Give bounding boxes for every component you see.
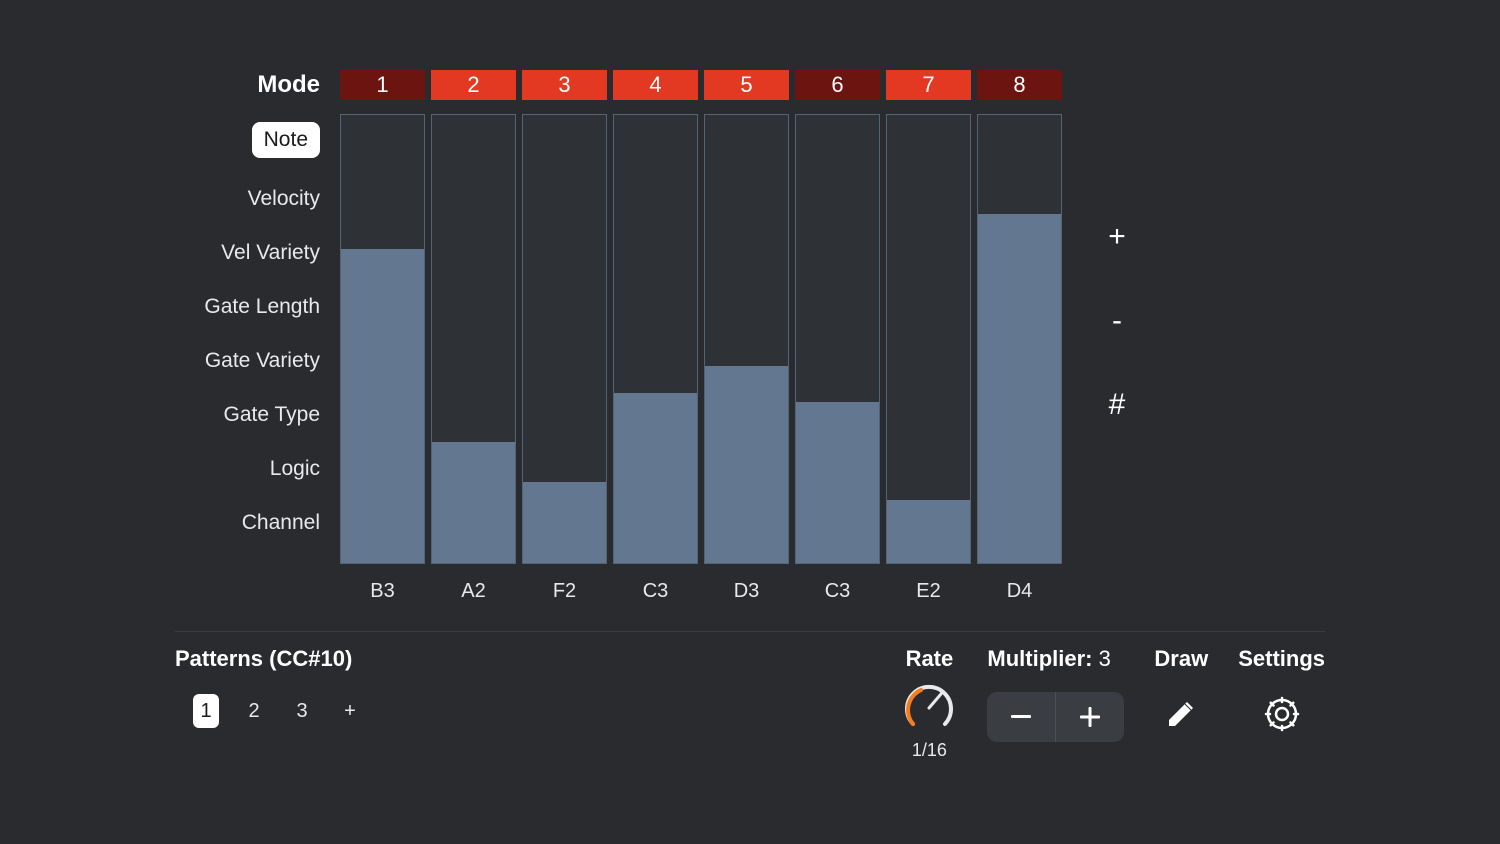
multiplier-section: Multiplier: 3	[987, 646, 1124, 742]
mode-item-velocity[interactable]: Velocity	[248, 172, 320, 226]
draw-button[interactable]	[1163, 696, 1199, 737]
step-header-7[interactable]: 7	[886, 70, 971, 100]
settings-label: Settings	[1238, 646, 1325, 672]
step-header-3[interactable]: 3	[522, 70, 607, 100]
step-bar-fill-2	[432, 442, 515, 563]
mode-item-gate-variety[interactable]: Gate Variety	[205, 334, 320, 388]
mode-column: Mode Note Velocity Vel Variety Gate Leng…	[175, 70, 340, 550]
step-label-5: D3	[704, 580, 789, 603]
multiplier-decrease-button[interactable]	[987, 692, 1055, 742]
mode-item-logic[interactable]: Logic	[270, 442, 320, 496]
rate-section: Rate 1/16	[901, 646, 957, 761]
multiplier-label: Multiplier: 3	[987, 646, 1124, 672]
step-label-7: E2	[886, 580, 971, 603]
pattern-button-3[interactable]: 3	[289, 694, 315, 728]
step-bars	[340, 114, 1062, 564]
patterns-buttons: 1 2 3 +	[175, 694, 363, 728]
patterns-label: Patterns (CC#10)	[175, 646, 363, 672]
step-bar-fill-5	[705, 366, 788, 563]
octave-down-button[interactable]: -	[1102, 304, 1132, 338]
step-header-6[interactable]: 6	[795, 70, 880, 100]
settings-button[interactable]	[1262, 694, 1302, 739]
step-header-4[interactable]: 4	[613, 70, 698, 100]
step-headers: 1 2 3 4 5 6 7 8	[340, 70, 1062, 100]
step-bar-4[interactable]	[613, 114, 698, 564]
divider	[175, 631, 1325, 632]
step-bar-fill-4	[614, 393, 697, 563]
side-buttons: + - #	[1062, 70, 1132, 422]
gear-icon	[1262, 694, 1302, 734]
multiplier-increase-button[interactable]	[1056, 692, 1124, 742]
step-bar-2[interactable]	[431, 114, 516, 564]
right-controls: Rate 1/16 Multiplier: 3	[901, 646, 1325, 761]
step-label-2: A2	[431, 580, 516, 603]
step-labels: B3 A2 F2 C3 D3 C3 E2 D4	[340, 580, 1062, 603]
mode-header: Mode	[257, 70, 320, 100]
steps-container: 1 2 3 4 5 6 7 8 B3 A2	[340, 70, 1062, 603]
settings-section: Settings	[1238, 646, 1325, 739]
pencil-icon	[1163, 696, 1199, 732]
step-bar-7[interactable]	[886, 114, 971, 564]
draw-section: Draw	[1154, 646, 1208, 737]
step-header-8[interactable]: 8	[977, 70, 1062, 100]
step-label-4: C3	[613, 580, 698, 603]
step-bar-fill-6	[796, 402, 879, 563]
mode-item-gate-type[interactable]: Gate Type	[223, 388, 320, 442]
step-label-6: C3	[795, 580, 880, 603]
plus-icon	[1080, 707, 1100, 727]
step-bar-fill-1	[341, 249, 424, 563]
step-bar-fill-3	[523, 482, 606, 563]
step-bar-3[interactable]	[522, 114, 607, 564]
step-bar-6[interactable]	[795, 114, 880, 564]
rate-label: Rate	[906, 646, 954, 672]
step-bar-1[interactable]	[340, 114, 425, 564]
step-header-5[interactable]: 5	[704, 70, 789, 100]
step-header-2[interactable]: 2	[431, 70, 516, 100]
step-bar-fill-8	[978, 214, 1061, 563]
draw-label: Draw	[1154, 646, 1208, 672]
mode-item-channel[interactable]: Channel	[242, 496, 320, 550]
sharp-button[interactable]: #	[1102, 388, 1132, 422]
step-label-3: F2	[522, 580, 607, 603]
pattern-button-2[interactable]: 2	[241, 694, 267, 728]
multiplier-buttons	[987, 692, 1124, 742]
step-header-1[interactable]: 1	[340, 70, 425, 100]
step-bar-8[interactable]	[977, 114, 1062, 564]
rate-knob[interactable]	[901, 680, 957, 736]
step-label-8: D4	[977, 580, 1062, 603]
mode-item-gate-length[interactable]: Gate Length	[204, 280, 320, 334]
minus-icon	[1011, 715, 1031, 719]
step-bar-5[interactable]	[704, 114, 789, 564]
step-bar-fill-7	[887, 500, 970, 563]
pattern-add-button[interactable]: +	[337, 694, 363, 728]
mode-item-vel-variety[interactable]: Vel Variety	[221, 226, 320, 280]
patterns-section: Patterns (CC#10) 1 2 3 +	[175, 646, 363, 728]
step-label-1: B3	[340, 580, 425, 603]
octave-up-button[interactable]: +	[1102, 220, 1132, 254]
pattern-button-1[interactable]: 1	[193, 694, 219, 728]
mode-item-note[interactable]: Note	[252, 122, 320, 158]
rate-value: 1/16	[912, 740, 947, 761]
